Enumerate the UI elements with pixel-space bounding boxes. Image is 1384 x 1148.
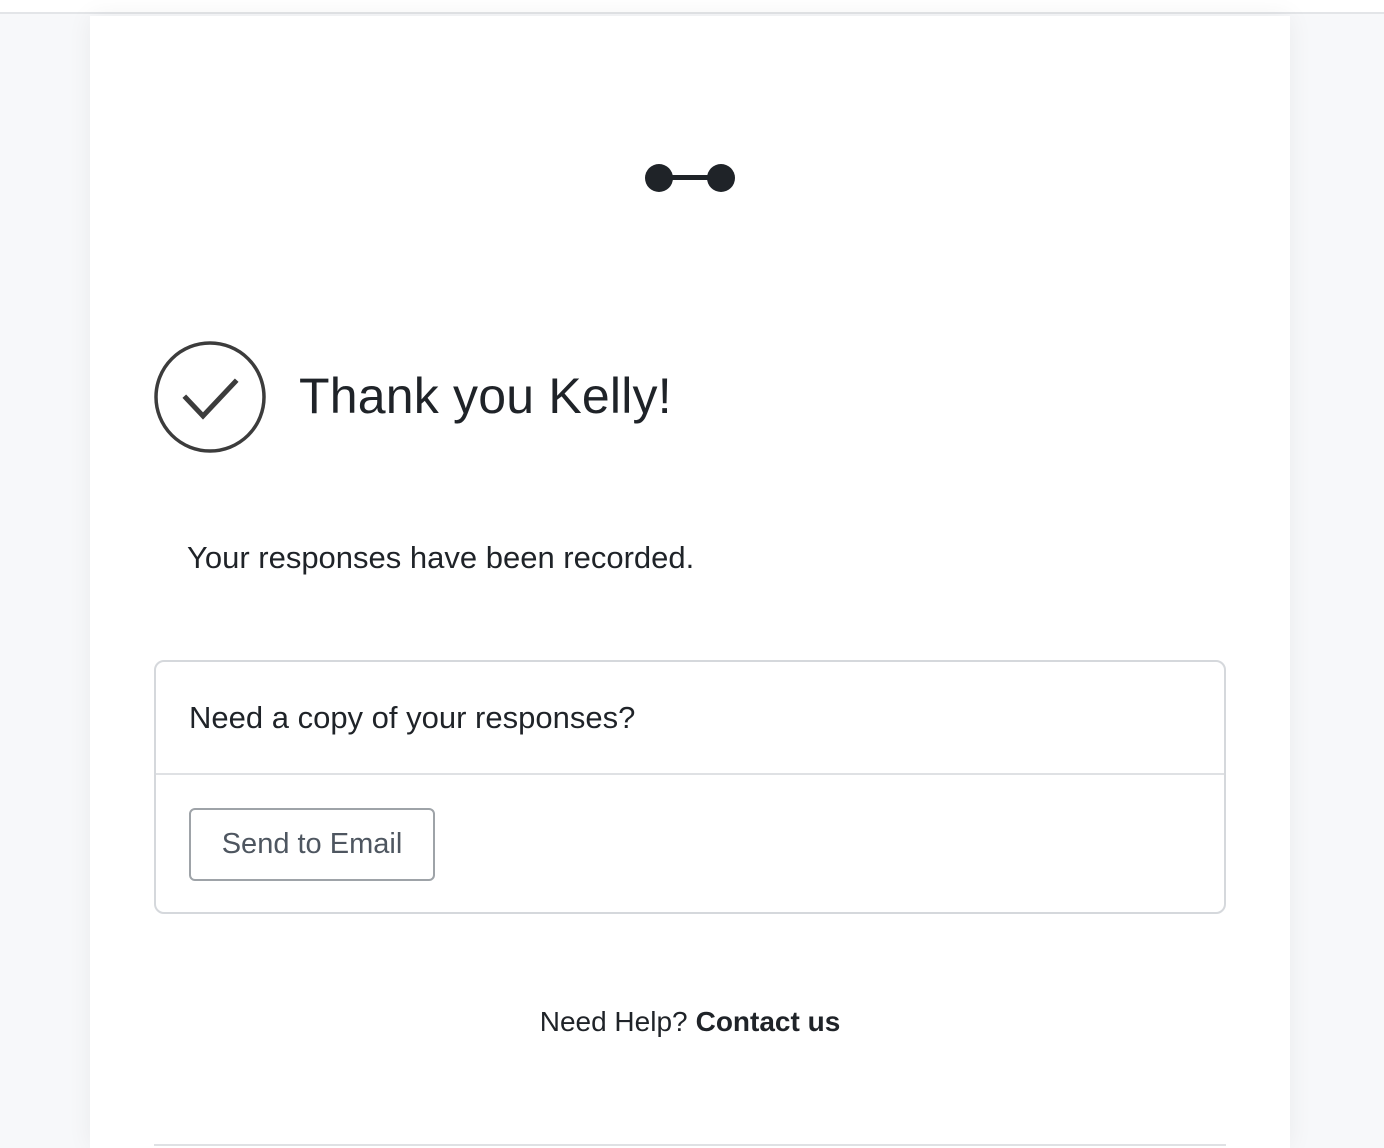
checkmark-circle-icon [154, 341, 266, 453]
top-bar [0, 0, 1384, 14]
help-section: Need Help? Contact us [90, 1004, 1290, 1040]
copy-panel-header: Need a copy of your responses? [156, 662, 1224, 775]
brand-logo-icon [645, 164, 735, 192]
confirmation-card: Thank you Kelly! Your responses have bee… [90, 16, 1290, 1148]
help-prefix-text: Need Help? [539, 1006, 688, 1037]
copy-question-label: Need a copy of your responses? [189, 699, 636, 735]
confirmation-message: Your responses have been recorded. [187, 540, 695, 575]
send-to-email-button[interactable]: Send to Email [189, 808, 435, 881]
contact-us-link[interactable]: Contact us [696, 1006, 841, 1037]
footer-divider [154, 1144, 1226, 1146]
page-title: Thank you Kelly! [299, 368, 672, 424]
copy-panel-body: Send to Email [156, 775, 1224, 881]
copy-responses-panel: Need a copy of your responses? Send to E… [154, 660, 1226, 914]
